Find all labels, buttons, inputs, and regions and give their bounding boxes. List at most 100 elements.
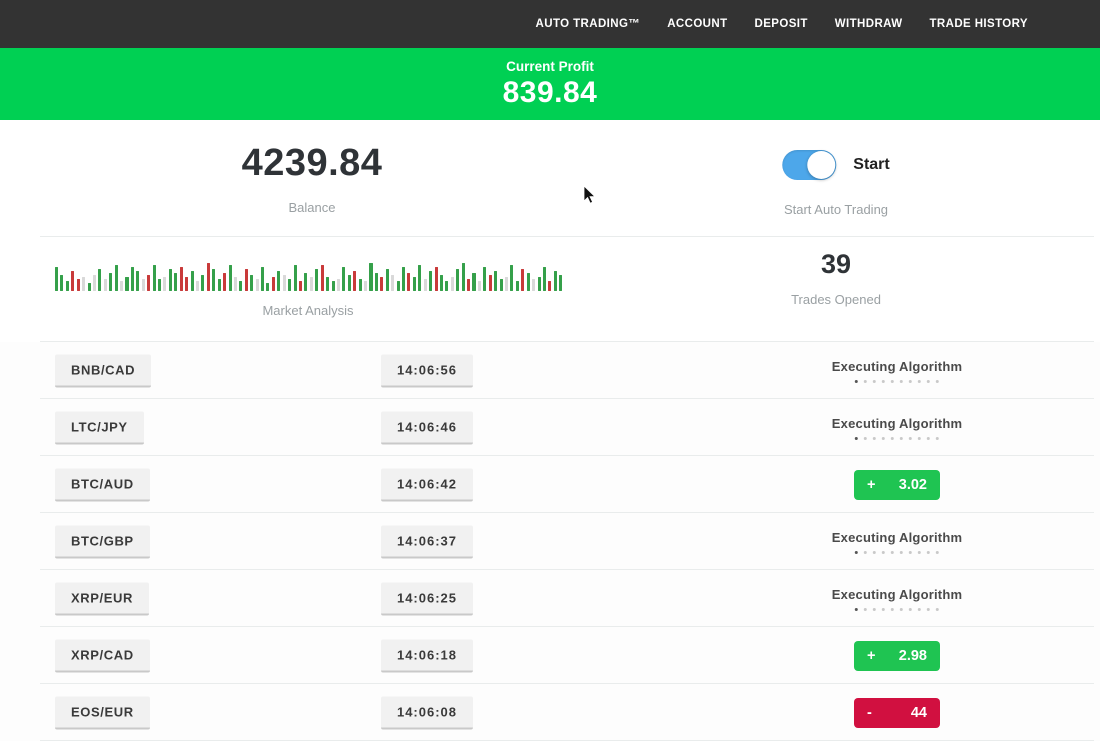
market-bar bbox=[483, 267, 486, 291]
market-bar bbox=[212, 269, 215, 291]
market-bar bbox=[125, 277, 128, 291]
executing-label: Executing Algorithm bbox=[832, 416, 962, 431]
dot bbox=[936, 380, 939, 383]
trade-status: -44 bbox=[854, 698, 940, 728]
toggle-label: Start bbox=[853, 156, 889, 174]
nav-item-account[interactable]: ACCOUNT bbox=[667, 18, 727, 30]
dot bbox=[909, 551, 912, 554]
market-bar bbox=[98, 269, 101, 291]
dot bbox=[909, 608, 912, 611]
market-bar bbox=[521, 269, 524, 291]
toggle-caption: Start Auto Trading bbox=[782, 202, 889, 217]
pair-badge: EOS/EUR bbox=[55, 696, 150, 729]
trade-status: +2.98 bbox=[854, 641, 940, 671]
market-bar bbox=[299, 281, 302, 291]
market-bar bbox=[402, 267, 405, 291]
sign: + bbox=[867, 648, 875, 664]
market-bar bbox=[391, 275, 394, 291]
market-bar bbox=[348, 275, 351, 291]
market-bar bbox=[142, 279, 145, 291]
market-bar bbox=[548, 281, 551, 291]
balance-value: 4239.84 bbox=[242, 142, 383, 185]
market-bar bbox=[397, 281, 400, 291]
progress-dots bbox=[832, 551, 962, 554]
amount: 44 bbox=[911, 705, 927, 721]
market-bar bbox=[239, 281, 242, 291]
market-bar bbox=[342, 267, 345, 291]
market-bar bbox=[201, 275, 204, 291]
auto-trading-toggle[interactable] bbox=[782, 150, 836, 180]
trade-status: Executing Algorithm bbox=[832, 530, 962, 554]
nav-item-deposit[interactable]: DEPOSIT bbox=[755, 18, 808, 30]
trade-row: BNB/CAD14:06:56Executing Algorithm bbox=[0, 342, 1100, 399]
nav-item-auto-trading[interactable]: AUTO TRADING™ bbox=[536, 18, 641, 30]
dot bbox=[882, 380, 885, 383]
toggle-knob bbox=[807, 151, 835, 179]
market-bar bbox=[315, 269, 318, 291]
pair-badge: LTC/JPY bbox=[55, 411, 144, 444]
dot bbox=[909, 437, 912, 440]
time-badge: 14:06:46 bbox=[381, 411, 473, 444]
market-bar bbox=[500, 279, 503, 291]
dot bbox=[891, 437, 894, 440]
dot bbox=[900, 551, 903, 554]
market-bar bbox=[283, 275, 286, 291]
trade-row: BTC/GBP14:06:37Executing Algorithm bbox=[0, 513, 1100, 570]
market-bar bbox=[109, 273, 112, 291]
market-bar bbox=[115, 265, 118, 291]
dot bbox=[882, 551, 885, 554]
market-bar bbox=[153, 265, 156, 291]
market-bar bbox=[196, 281, 199, 291]
market-bar bbox=[136, 271, 139, 291]
market-bar bbox=[472, 273, 475, 291]
dot bbox=[900, 380, 903, 383]
dot bbox=[873, 608, 876, 611]
market-bar bbox=[93, 275, 96, 291]
market-bar bbox=[413, 277, 416, 291]
dot bbox=[855, 380, 858, 383]
market-bar bbox=[435, 267, 438, 291]
market-bar bbox=[543, 267, 546, 291]
trades-table: BNB/CAD14:06:56Executing Algorithm LTC/JP… bbox=[0, 342, 1100, 741]
market-bar bbox=[353, 271, 356, 291]
market-bar bbox=[191, 271, 194, 291]
dot bbox=[882, 437, 885, 440]
dot bbox=[936, 551, 939, 554]
market-bar bbox=[467, 279, 470, 291]
market-bar bbox=[445, 281, 448, 291]
market-bar bbox=[386, 269, 389, 291]
profit-badge: +2.98 bbox=[854, 641, 940, 671]
dot bbox=[873, 437, 876, 440]
trades-opened-block: 39 Trades Opened bbox=[791, 249, 881, 307]
sign: + bbox=[867, 477, 875, 493]
dot bbox=[873, 380, 876, 383]
time-badge: 14:06:25 bbox=[381, 582, 473, 615]
current-profit-banner: Current Profit 839.84 bbox=[0, 48, 1100, 120]
dot bbox=[918, 380, 921, 383]
dot bbox=[936, 608, 939, 611]
market-bar bbox=[163, 277, 166, 291]
market-bar bbox=[104, 279, 107, 291]
dot bbox=[927, 380, 930, 383]
market-bar bbox=[369, 263, 372, 291]
market-bar bbox=[147, 275, 150, 291]
profit-badge: +3.02 bbox=[854, 470, 940, 500]
current-profit-value: 839.84 bbox=[0, 76, 1100, 110]
market-bar bbox=[516, 281, 519, 291]
market-analysis-chart bbox=[55, 259, 563, 291]
trade-row: BTC/AUD14:06:42+3.02 bbox=[0, 456, 1100, 513]
market-bar bbox=[424, 279, 427, 291]
market-bar bbox=[131, 267, 134, 291]
market-bar bbox=[380, 277, 383, 291]
market-bar bbox=[158, 279, 161, 291]
nav-item-withdraw[interactable]: WITHDRAW bbox=[835, 18, 903, 30]
market-bar bbox=[510, 265, 513, 291]
dot bbox=[918, 551, 921, 554]
dot bbox=[900, 437, 903, 440]
account-panel: 4239.84 Balance Start Start Auto Trading bbox=[0, 120, 1100, 236]
market-bar bbox=[266, 283, 269, 291]
dot bbox=[864, 551, 867, 554]
nav-item-trade-history[interactable]: TRADE HISTORY bbox=[930, 18, 1029, 30]
market-bar bbox=[418, 265, 421, 291]
market-bar bbox=[207, 263, 210, 291]
